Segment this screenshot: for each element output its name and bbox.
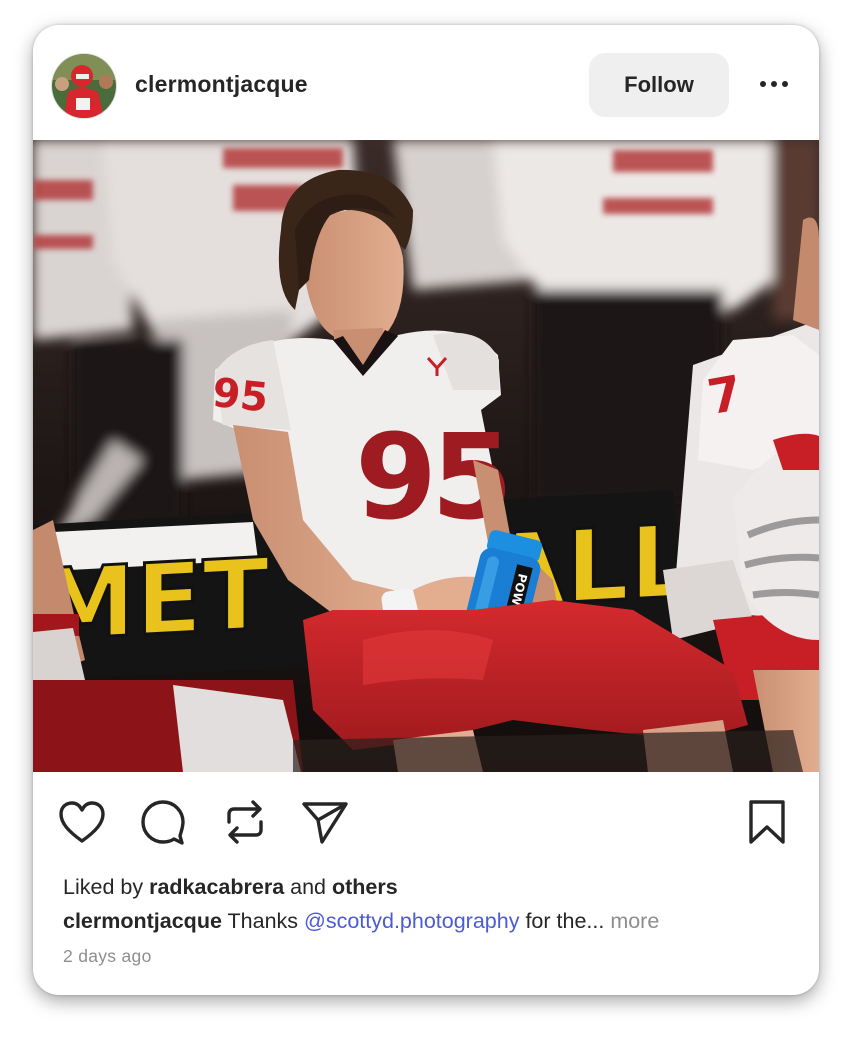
avatar[interactable] [52, 54, 116, 118]
comment-icon[interactable] [139, 798, 187, 846]
post-header: clermontjacque Follow [33, 25, 819, 140]
post-timestamp: 2 days ago [63, 946, 152, 966]
post-card: clermontjacque Follow MET ALL 7 95 95 Li… [33, 25, 819, 995]
likes-line: Liked by radkacabrera and others [63, 875, 398, 899]
heart-icon[interactable] [58, 798, 106, 846]
mention-link[interactable]: @scottyd.photography [304, 909, 519, 933]
post-photo[interactable]: MET ALL 7 95 95 [33, 140, 819, 772]
post-username[interactable]: clermontjacque [135, 71, 308, 98]
caption: clermontjacque Thanks @scottyd.photograp… [63, 909, 660, 933]
bookmark-icon[interactable] [743, 798, 791, 846]
caption-username[interactable]: clermontjacque [63, 909, 222, 933]
caption-more-link[interactable]: more [610, 909, 659, 933]
avatar-image [52, 54, 116, 118]
repost-icon[interactable] [221, 798, 269, 846]
send-icon[interactable] [301, 798, 349, 846]
follow-button[interactable]: Follow [589, 53, 729, 117]
action-bar [33, 772, 819, 872]
more-horizontal-icon[interactable] [753, 69, 795, 99]
post-text: Liked by radkacabrera and others clermon… [63, 870, 803, 967]
svg-text:95: 95 [210, 370, 270, 422]
liked-by-user[interactable]: radkacabrera [149, 875, 284, 899]
likes-others-link[interactable]: others [332, 875, 398, 899]
